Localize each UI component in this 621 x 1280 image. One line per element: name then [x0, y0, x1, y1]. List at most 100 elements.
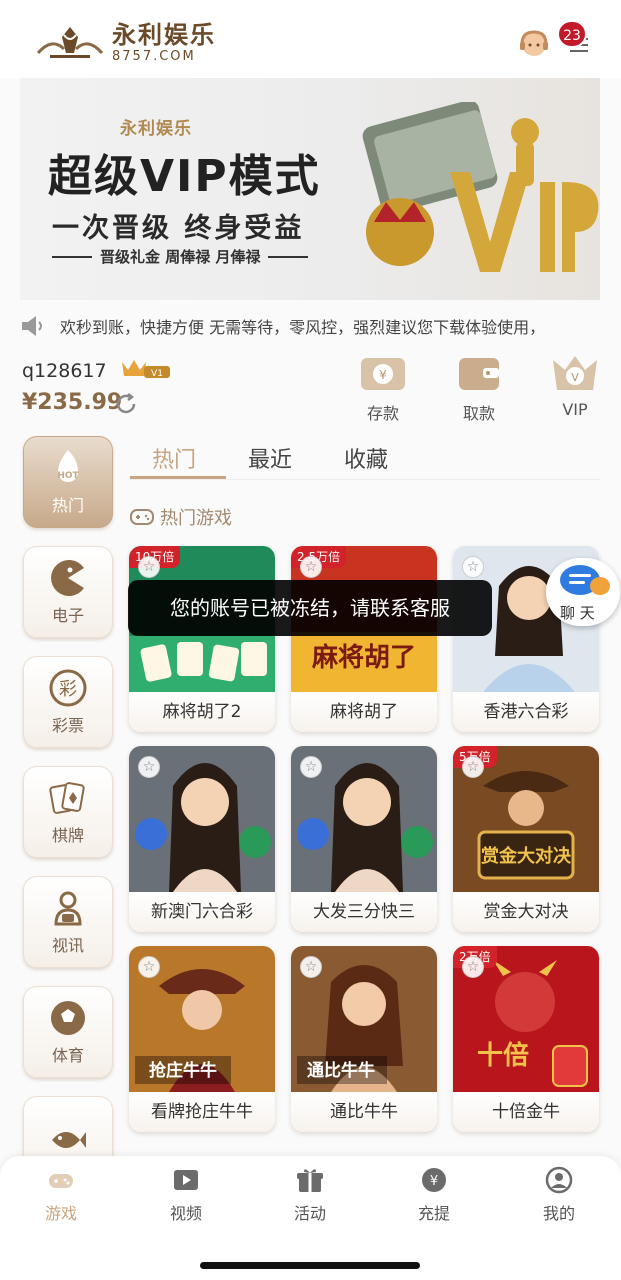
fish-icon — [52, 1132, 86, 1148]
svg-text:麻将胡了: 麻将胡了 — [311, 643, 416, 673]
game-name: 大发三分快三 — [291, 892, 437, 932]
lottery-icon: 彩 — [49, 669, 87, 707]
category-sports[interactable]: 体育 — [23, 986, 113, 1078]
hot-badge-text: HOT — [57, 471, 79, 481]
game-name: 看牌抢庄牛牛 — [129, 1092, 275, 1132]
nav-profile[interactable]: 我的 — [519, 1166, 599, 1224]
tab-hot[interactable]: 热门 — [152, 442, 196, 474]
banner-brand: 永利娱乐 — [120, 119, 192, 139]
vip-crown-money-illustration — [362, 102, 599, 272]
game-tabs: 热门 最近 收藏 — [130, 436, 600, 480]
tab-favorites[interactable]: 收藏 — [344, 442, 388, 474]
vip-promo-banner[interactable]: 永利娱乐 超级VIP模式 一次晋级 终身受益 晋级礼金 周俸禄 月俸禄 — [20, 78, 600, 300]
announcement-text: 欢秒到账，快捷方便 无需等待，零风控，强烈建议您下载体验使用， — [60, 318, 546, 337]
banner-subtitle: 一次晋级 终身受益 — [52, 213, 305, 244]
user-icon — [545, 1166, 573, 1194]
announcement-marquee[interactable]: 欢秒到账，快捷方便 无需等待，零风控，强烈建议您下载体验使用， — [20, 308, 610, 344]
category-label: 电子 — [51, 606, 84, 625]
svg-text:抢庄牛牛: 抢庄牛牛 — [149, 1060, 217, 1081]
game-card[interactable]: 通比牛牛 ☆ 通比牛牛 — [291, 946, 437, 1132]
customer-support-icon[interactable] — [518, 28, 550, 60]
nav-video[interactable]: 视频 — [146, 1166, 226, 1224]
vip-label: VIP — [562, 400, 588, 419]
home-indicator — [200, 1262, 420, 1269]
game-card[interactable]: ☆ 大发三分快三 — [291, 746, 437, 932]
nav-label: 活动 — [293, 1204, 326, 1223]
brand-url: 8757.COM — [112, 49, 196, 64]
category-label: 视讯 — [51, 936, 84, 955]
divider-line — [52, 255, 92, 258]
gift-icon — [297, 1169, 323, 1192]
deposit-icon: ¥ — [361, 358, 405, 390]
category-label: 热门 — [51, 496, 84, 515]
notification-badge[interactable]: 23 — [557, 20, 587, 48]
video-icon — [174, 1170, 198, 1190]
favorite-star-icon[interactable]: ☆ — [300, 956, 322, 978]
brand-name: 永利娱乐 — [112, 21, 216, 49]
game-name: 麻将胡了 — [291, 692, 437, 732]
category-card-games[interactable]: 棋牌 — [23, 766, 113, 858]
category-hot[interactable]: HOT 热门 — [23, 436, 113, 528]
game-name: 赏金大对决 — [453, 892, 599, 932]
active-tab-indicator — [130, 476, 226, 479]
game-name: 新澳门六合彩 — [129, 892, 275, 932]
withdraw-icon — [459, 358, 499, 390]
nav-label: 充提 — [417, 1204, 450, 1223]
svg-text:¥: ¥ — [430, 1174, 438, 1189]
game-name: 香港六合彩 — [453, 692, 599, 732]
category-lottery[interactable]: 彩 彩票 — [23, 656, 113, 748]
banner-tagline-text: 晋级礼金 周俸禄 月俸禄 — [100, 248, 261, 266]
gamepad-icon — [130, 509, 154, 525]
brand-logo[interactable]: 永利娱乐 8757.COM — [34, 20, 234, 66]
game-card[interactable]: ☆ 新澳门六合彩 — [129, 746, 275, 932]
deposit-button[interactable]: ¥ 存款 — [353, 354, 413, 424]
svg-text:赏金大对决: 赏金大对决 — [481, 845, 572, 867]
svg-text:¥: ¥ — [379, 368, 387, 382]
divider-line — [268, 255, 309, 258]
nav-label: 视频 — [169, 1204, 202, 1223]
favorite-star-icon[interactable]: ☆ — [462, 956, 484, 978]
category-live[interactable]: 视讯 — [23, 876, 113, 968]
account-username: q128617 — [22, 360, 107, 382]
refresh-balance-icon[interactable] — [114, 392, 138, 416]
tab-recent[interactable]: 最近 — [248, 442, 292, 474]
game-card[interactable]: 十倍 2万倍 ☆ 十倍金牛 — [453, 946, 599, 1132]
live-chat-button[interactable]: 聊 天 — [546, 558, 620, 626]
section-title: 热门游戏 — [130, 504, 232, 530]
svg-text:十倍: 十倍 — [477, 1040, 529, 1071]
game-name: 十倍金牛 — [453, 1092, 599, 1132]
category-label: 棋牌 — [51, 826, 84, 845]
chat-label: 聊 天 — [560, 604, 595, 622]
favorite-star-icon[interactable]: ☆ — [300, 556, 322, 578]
chat-bubble-icon — [560, 565, 610, 595]
pacman-icon — [51, 560, 84, 596]
cards-icon — [49, 782, 85, 814]
section-title-text: 热门游戏 — [160, 508, 232, 529]
game-card[interactable]: 赏金大对决 5万倍 ☆ 赏金大对决 — [453, 746, 599, 932]
favorite-star-icon[interactable]: ☆ — [138, 756, 160, 778]
nav-games[interactable]: 游戏 — [21, 1166, 101, 1224]
nav-promotions[interactable]: 活动 — [270, 1166, 350, 1224]
favorite-star-icon[interactable]: ☆ — [300, 756, 322, 778]
favorite-star-icon[interactable]: ☆ — [138, 956, 160, 978]
top-header: 永利娱乐 8757.COM 23 — [0, 0, 621, 78]
game-name: 通比牛牛 — [291, 1092, 437, 1132]
nav-label: 游戏 — [44, 1204, 77, 1223]
account-frozen-toast: 您的账号已被冻结，请联系客服 — [128, 580, 492, 636]
vip-button[interactable]: V VIP — [545, 354, 605, 424]
game-card[interactable]: 麻将胡了 2.5万倍 ☆ 麻将胡了 — [291, 546, 437, 732]
favorite-star-icon[interactable]: ☆ — [462, 556, 484, 578]
nav-deposit-withdraw[interactable]: ¥ 充提 — [394, 1166, 474, 1224]
game-card[interactable]: 抢庄牛牛 ☆ 看牌抢庄牛牛 — [129, 946, 275, 1132]
category-label: 彩票 — [51, 716, 84, 735]
category-label: 体育 — [51, 1046, 84, 1065]
lottery-glyph: 彩 — [59, 679, 77, 700]
category-slots[interactable]: 电子 — [23, 546, 113, 638]
svg-text:通比牛牛: 通比牛牛 — [307, 1060, 375, 1081]
withdraw-button[interactable]: 取款 — [449, 354, 509, 424]
gamepad-icon — [49, 1174, 73, 1188]
live-video-icon — [54, 891, 82, 926]
favorite-star-icon[interactable]: ☆ — [138, 556, 160, 578]
game-card[interactable]: 10万倍 ☆ 麻将胡了2 — [129, 546, 275, 732]
favorite-star-icon[interactable]: ☆ — [462, 756, 484, 778]
